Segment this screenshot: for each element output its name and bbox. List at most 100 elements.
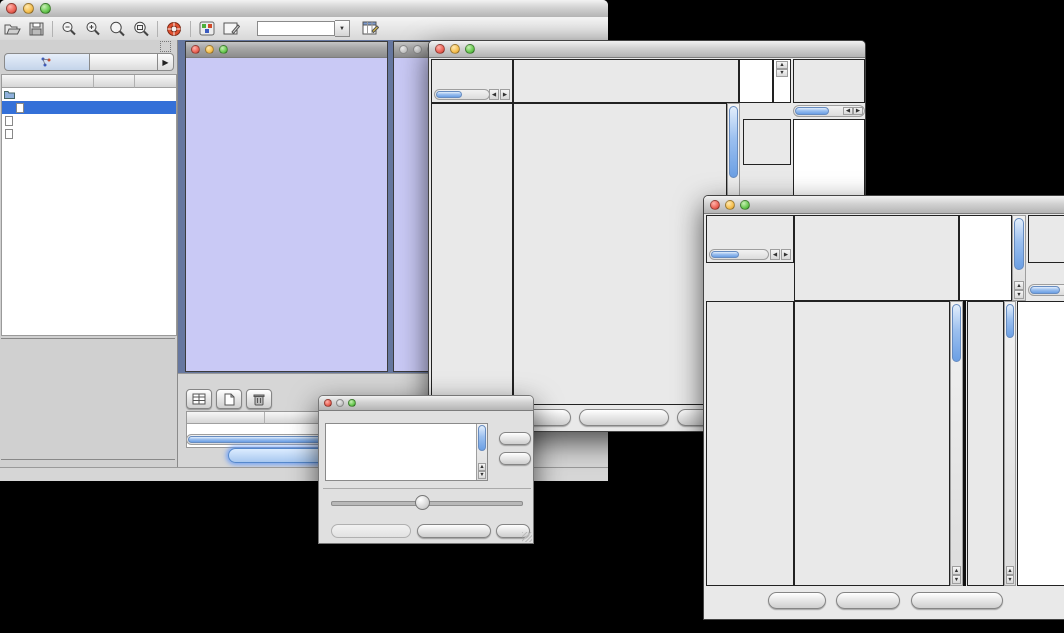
close-button[interactable] bbox=[6, 3, 17, 14]
network-doc-icon bbox=[16, 103, 24, 113]
export-graphics-button[interactable] bbox=[579, 409, 669, 426]
close-button[interactable] bbox=[435, 44, 445, 54]
zoom-button[interactable] bbox=[465, 44, 475, 54]
heatmap-vscrollbar[interactable]: ▲ ▼ bbox=[950, 301, 963, 586]
close-button[interactable] bbox=[191, 45, 200, 54]
zoom-out-icon[interactable] bbox=[57, 19, 81, 38]
speed-slider-thumb[interactable] bbox=[415, 495, 430, 510]
attribute-browser-icon[interactable] bbox=[358, 19, 382, 38]
tab-network[interactable] bbox=[4, 53, 90, 71]
treeview2-usage-hints bbox=[1028, 215, 1064, 263]
zoom-selected-icon[interactable] bbox=[105, 19, 129, 38]
scroll-right-icon[interactable]: ▶ bbox=[500, 89, 510, 100]
scroll-down-icon[interactable]: ▼ bbox=[1006, 575, 1014, 584]
column-labels-vscrollbar[interactable]: ▲ ▼ bbox=[1012, 215, 1026, 301]
search-input[interactable] bbox=[257, 21, 335, 36]
scroll-right-icon[interactable]: ▶ bbox=[853, 107, 863, 115]
view-status-hscrollbar[interactable] bbox=[434, 89, 490, 100]
global-heatmap[interactable] bbox=[794, 301, 950, 586]
scroll-down-icon[interactable]: ▼ bbox=[1014, 290, 1024, 299]
scroll-up-icon[interactable]: ▲ bbox=[1014, 281, 1024, 290]
minimize-button[interactable] bbox=[725, 200, 735, 210]
float-panel-icon[interactable] bbox=[160, 41, 171, 52]
export-graphics-button[interactable] bbox=[911, 592, 1003, 609]
zoom-button[interactable] bbox=[219, 45, 228, 54]
tab-vizmapper[interactable] bbox=[90, 53, 158, 71]
minimize-button[interactable] bbox=[413, 45, 422, 54]
attribute-listbox[interactable]: ▲ ▼ bbox=[325, 423, 488, 481]
panel-divider[interactable] bbox=[963, 301, 966, 586]
zoom-fit-icon[interactable] bbox=[129, 19, 153, 38]
delete-attribute-trash-icon[interactable] bbox=[246, 389, 272, 409]
new-attribute-icon[interactable] bbox=[216, 389, 242, 409]
column-dendrogram[interactable] bbox=[794, 215, 959, 301]
network-row-selected[interactable] bbox=[2, 101, 176, 114]
table-mode-icon[interactable] bbox=[186, 389, 212, 409]
close-button[interactable] bbox=[399, 45, 408, 54]
settings-button[interactable] bbox=[768, 592, 826, 609]
treeview1-titlebar[interactable] bbox=[429, 41, 865, 58]
global-heatmap[interactable] bbox=[513, 103, 727, 405]
move-down-button[interactable] bbox=[499, 452, 531, 465]
dialog-titlebar[interactable] bbox=[319, 396, 533, 411]
zoom-button[interactable] bbox=[740, 200, 750, 210]
scroll-down-icon[interactable]: ▼ bbox=[478, 471, 486, 479]
save-data-button[interactable] bbox=[836, 592, 900, 609]
minimize-button[interactable] bbox=[23, 3, 34, 14]
column-labels-panel bbox=[959, 215, 1012, 301]
col-header-nodes[interactable] bbox=[94, 75, 136, 88]
scroll-down-icon[interactable]: ▼ bbox=[952, 575, 961, 584]
scroll-up-icon[interactable]: ▲ bbox=[776, 61, 788, 69]
treeview1-usage-hints bbox=[793, 59, 865, 103]
tab-overflow-icon[interactable]: ▶ bbox=[158, 53, 174, 71]
minimize-button[interactable] bbox=[450, 44, 460, 54]
row-dendrogram[interactable] bbox=[706, 301, 794, 586]
zoom-heatmap[interactable] bbox=[967, 301, 1004, 586]
network-window-1-titlebar[interactable] bbox=[186, 42, 387, 58]
usage-hints-hscrollbar[interactable] bbox=[1028, 284, 1064, 296]
scroll-up-icon[interactable]: ▲ bbox=[478, 463, 486, 471]
close-button[interactable] bbox=[324, 399, 332, 407]
scroll-down-icon[interactable]: ▼ bbox=[776, 69, 788, 77]
cytoscape-titlebar[interactable] bbox=[0, 0, 608, 18]
network-row[interactable] bbox=[2, 114, 176, 127]
scroll-right-icon[interactable]: ▶ bbox=[781, 249, 791, 260]
zoom-button[interactable] bbox=[40, 3, 51, 14]
zoom-button[interactable] bbox=[348, 399, 356, 407]
network-tab-icon bbox=[41, 57, 51, 67]
birdseye-view[interactable] bbox=[1, 338, 175, 460]
zoom-vscrollbar[interactable]: ▲ ▼ bbox=[1004, 301, 1016, 586]
column-dendrogram[interactable] bbox=[513, 59, 739, 103]
scroll-left-icon[interactable]: ◀ bbox=[770, 249, 780, 260]
scroll-left-icon[interactable]: ◀ bbox=[843, 107, 853, 115]
search-dropdown-icon[interactable]: ▼ bbox=[335, 20, 350, 37]
minimize-button[interactable] bbox=[336, 399, 344, 407]
col-header-id[interactable] bbox=[187, 412, 265, 424]
annotation-icon[interactable] bbox=[219, 19, 243, 38]
create-vizmap-button[interactable] bbox=[417, 524, 491, 538]
save-icon[interactable] bbox=[24, 19, 48, 38]
view-status-hscrollbar[interactable] bbox=[709, 249, 769, 260]
open-file-icon[interactable] bbox=[0, 19, 24, 38]
zoom-in-icon[interactable] bbox=[81, 19, 105, 38]
close-button[interactable] bbox=[710, 200, 720, 210]
scroll-left-icon[interactable]: ◀ bbox=[489, 89, 499, 100]
network-row[interactable] bbox=[2, 127, 176, 140]
resize-grip[interactable] bbox=[522, 532, 532, 542]
attribute-list-vscrollbar[interactable]: ▲ ▼ bbox=[476, 424, 487, 480]
animate-vizmap-button[interactable] bbox=[331, 524, 411, 538]
help-lifesaver-icon[interactable] bbox=[162, 19, 186, 38]
scroll-up-icon[interactable]: ▲ bbox=[1006, 566, 1014, 575]
plugin-nodes-icon[interactable] bbox=[195, 19, 219, 38]
similarity-matrix[interactable] bbox=[743, 119, 791, 165]
minimize-button[interactable] bbox=[205, 45, 214, 54]
row-dendrogram[interactable] bbox=[431, 103, 513, 405]
col-header-edges[interactable] bbox=[135, 75, 176, 88]
network-row[interactable] bbox=[2, 88, 176, 101]
col-header-network[interactable] bbox=[2, 75, 94, 88]
treeview2-titlebar[interactable] bbox=[704, 196, 1064, 214]
scroll-up-icon[interactable]: ▲ bbox=[952, 566, 961, 575]
usage-hints-hscrollbar[interactable]: ◀ ▶ bbox=[793, 105, 865, 117]
network-canvas[interactable] bbox=[186, 57, 387, 371]
move-up-button[interactable] bbox=[499, 432, 531, 445]
